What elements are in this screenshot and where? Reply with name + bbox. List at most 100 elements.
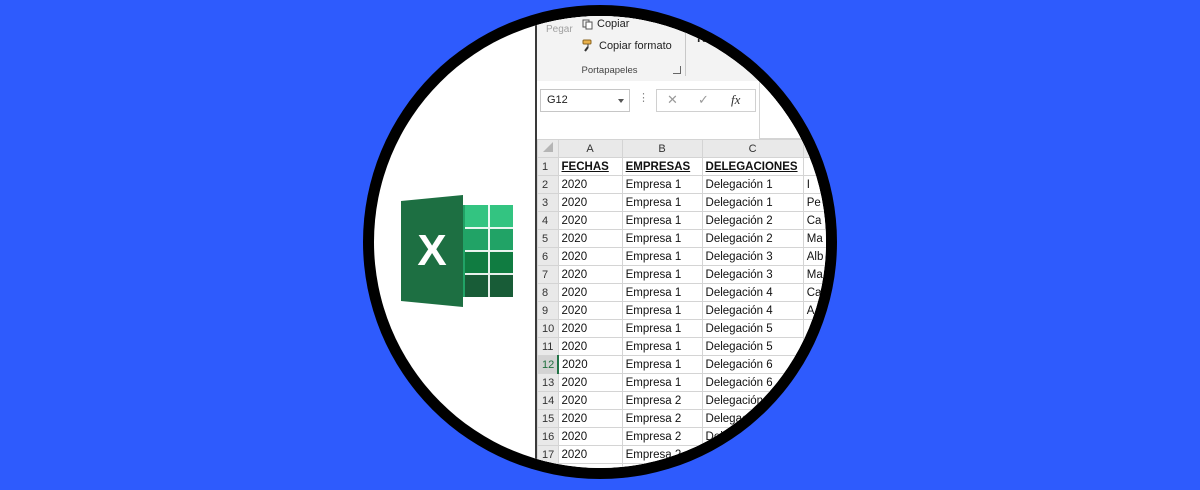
cell[interactable]: Empresa — [621, 463, 703, 468]
formula-input[interactable] — [759, 81, 826, 139]
cell[interactable]: Empresa 2 — [621, 427, 703, 446]
cell[interactable]: Delegación 6 — [701, 373, 804, 392]
cell[interactable]: Alb — [802, 247, 826, 266]
copy-format-button[interactable]: Copiar formato — [582, 39, 672, 52]
cell[interactable]: 2020 — [557, 283, 623, 302]
more-options-icon[interactable]: ⋮ — [638, 91, 649, 104]
row-header[interactable]: 8 — [537, 283, 559, 302]
cell[interactable]: Empresa 1 — [621, 211, 703, 230]
cell[interactable]: Empresa 1 — [621, 283, 703, 302]
cell[interactable]: DELEGACIONES — [701, 157, 804, 176]
row-header[interactable]: 12 — [537, 355, 559, 374]
row-header[interactable]: 9 — [537, 301, 559, 320]
row-header[interactable]: 16 — [537, 427, 559, 446]
column-header-b[interactable]: B — [621, 139, 703, 158]
dialog-launcher-icon[interactable] — [673, 66, 681, 74]
cell[interactable]: 2020 — [557, 211, 623, 230]
row-header[interactable]: 18 — [537, 463, 559, 468]
row-header[interactable]: 7 — [537, 265, 559, 284]
cell[interactable]: 2020 — [557, 229, 623, 248]
cell[interactable]: Pe — [802, 193, 826, 212]
cell[interactable]: 2020 — [557, 193, 623, 212]
cell[interactable]: Delegación 5 — [701, 337, 804, 356]
copy-button[interactable]: Copiar — [582, 18, 629, 30]
cell[interactable]: Empresa 1 — [621, 265, 703, 284]
cell[interactable]: Delegación 4 — [701, 283, 804, 302]
cell[interactable]: 2020 — [557, 301, 623, 320]
row-header[interactable]: 3 — [537, 193, 559, 212]
row-header[interactable]: 17 — [537, 445, 559, 464]
cell[interactable]: Empresa 1 — [621, 247, 703, 266]
cell[interactable]: Empresa 2 — [621, 445, 703, 464]
cell[interactable]: Empresa 1 — [621, 337, 703, 356]
column-header-c[interactable]: C — [701, 139, 804, 158]
cell[interactable]: 2020 — [557, 409, 623, 428]
select-all-corner[interactable] — [537, 139, 559, 158]
cell[interactable] — [802, 463, 826, 468]
row-header[interactable]: 5 — [537, 229, 559, 248]
cell[interactable]: 2020 — [557, 373, 623, 392]
cell[interactable] — [802, 427, 826, 446]
column-header-d[interactable] — [802, 139, 826, 158]
cell[interactable] — [802, 337, 826, 356]
cell[interactable] — [802, 319, 826, 338]
cell[interactable]: Delegación — [701, 391, 804, 410]
confirm-icon[interactable]: ✓ — [698, 92, 709, 108]
cell[interactable] — [701, 463, 804, 468]
cell[interactable]: 2020 — [557, 337, 623, 356]
cell[interactable]: Empresa 1 — [621, 319, 703, 338]
cell[interactable]: Delegación 5 — [701, 319, 804, 338]
row-header[interactable]: 10 — [537, 319, 559, 338]
paste-button[interactable]: Pegar — [546, 24, 573, 35]
cell[interactable]: Delegación 2 — [701, 211, 804, 230]
cell[interactable]: Delegación 1 — [701, 175, 804, 194]
cell[interactable]: Delegación 4 — [701, 301, 804, 320]
cell[interactable]: Ma — [802, 229, 826, 248]
cell[interactable]: Delegación — [701, 427, 804, 446]
cell[interactable]: FECHAS — [557, 157, 623, 176]
row-header[interactable]: 15 — [537, 409, 559, 428]
row-header[interactable]: 6 — [537, 247, 559, 266]
row-header[interactable]: 14 — [537, 391, 559, 410]
cell[interactable]: Empresa 1 — [621, 355, 703, 374]
cell[interactable]: Empresa 1 — [621, 301, 703, 320]
cell[interactable]: Ca — [802, 211, 826, 230]
cell[interactable]: 2020 — [557, 463, 623, 468]
cell[interactable] — [802, 373, 826, 392]
row-header[interactable]: 1 — [537, 157, 559, 176]
cell[interactable] — [802, 157, 826, 176]
cell[interactable] — [802, 409, 826, 428]
column-header-a[interactable]: A — [557, 139, 623, 158]
cell[interactable]: 2020 — [557, 445, 623, 464]
cancel-icon[interactable]: ✕ — [667, 92, 678, 108]
cell[interactable]: Delegación 6 — [701, 355, 804, 374]
cell[interactable]: 2020 — [557, 175, 623, 194]
cell[interactable]: 2020 — [557, 265, 623, 284]
cell[interactable]: Delegación 3 — [701, 265, 804, 284]
cell[interactable]: Empresa 2 — [621, 409, 703, 428]
cell[interactable]: Empresa 1 — [621, 193, 703, 212]
cell[interactable]: A — [802, 301, 826, 320]
cell[interactable]: Empresa 1 — [621, 175, 703, 194]
name-box[interactable]: G12 — [540, 89, 630, 112]
cell[interactable]: EMPRESAS — [621, 157, 703, 176]
cell[interactable]: Empresa 2 — [621, 391, 703, 410]
cell[interactable]: Empresa 1 — [621, 229, 703, 248]
cell[interactable]: Delegación 2 — [701, 229, 804, 248]
cell[interactable]: 2020 — [557, 319, 623, 338]
cell[interactable]: Empresa 1 — [621, 373, 703, 392]
cell[interactable]: Delegación 1 — [701, 193, 804, 212]
row-header[interactable]: 13 — [537, 373, 559, 392]
cell[interactable]: Delegación — [701, 445, 804, 464]
chevron-down-icon[interactable] — [618, 99, 624, 103]
cell[interactable] — [802, 391, 826, 410]
insert-function-icon[interactable]: fx — [731, 92, 740, 108]
cell[interactable]: Ca — [802, 283, 826, 302]
cell[interactable]: Delegación — [701, 409, 804, 428]
row-header[interactable]: 11 — [537, 337, 559, 356]
cell[interactable]: Ma — [802, 265, 826, 284]
row-header[interactable]: 2 — [537, 175, 559, 194]
cell[interactable]: I — [802, 175, 826, 194]
cell[interactable]: 2020 — [557, 355, 623, 374]
cell[interactable]: 2020 — [557, 391, 623, 410]
